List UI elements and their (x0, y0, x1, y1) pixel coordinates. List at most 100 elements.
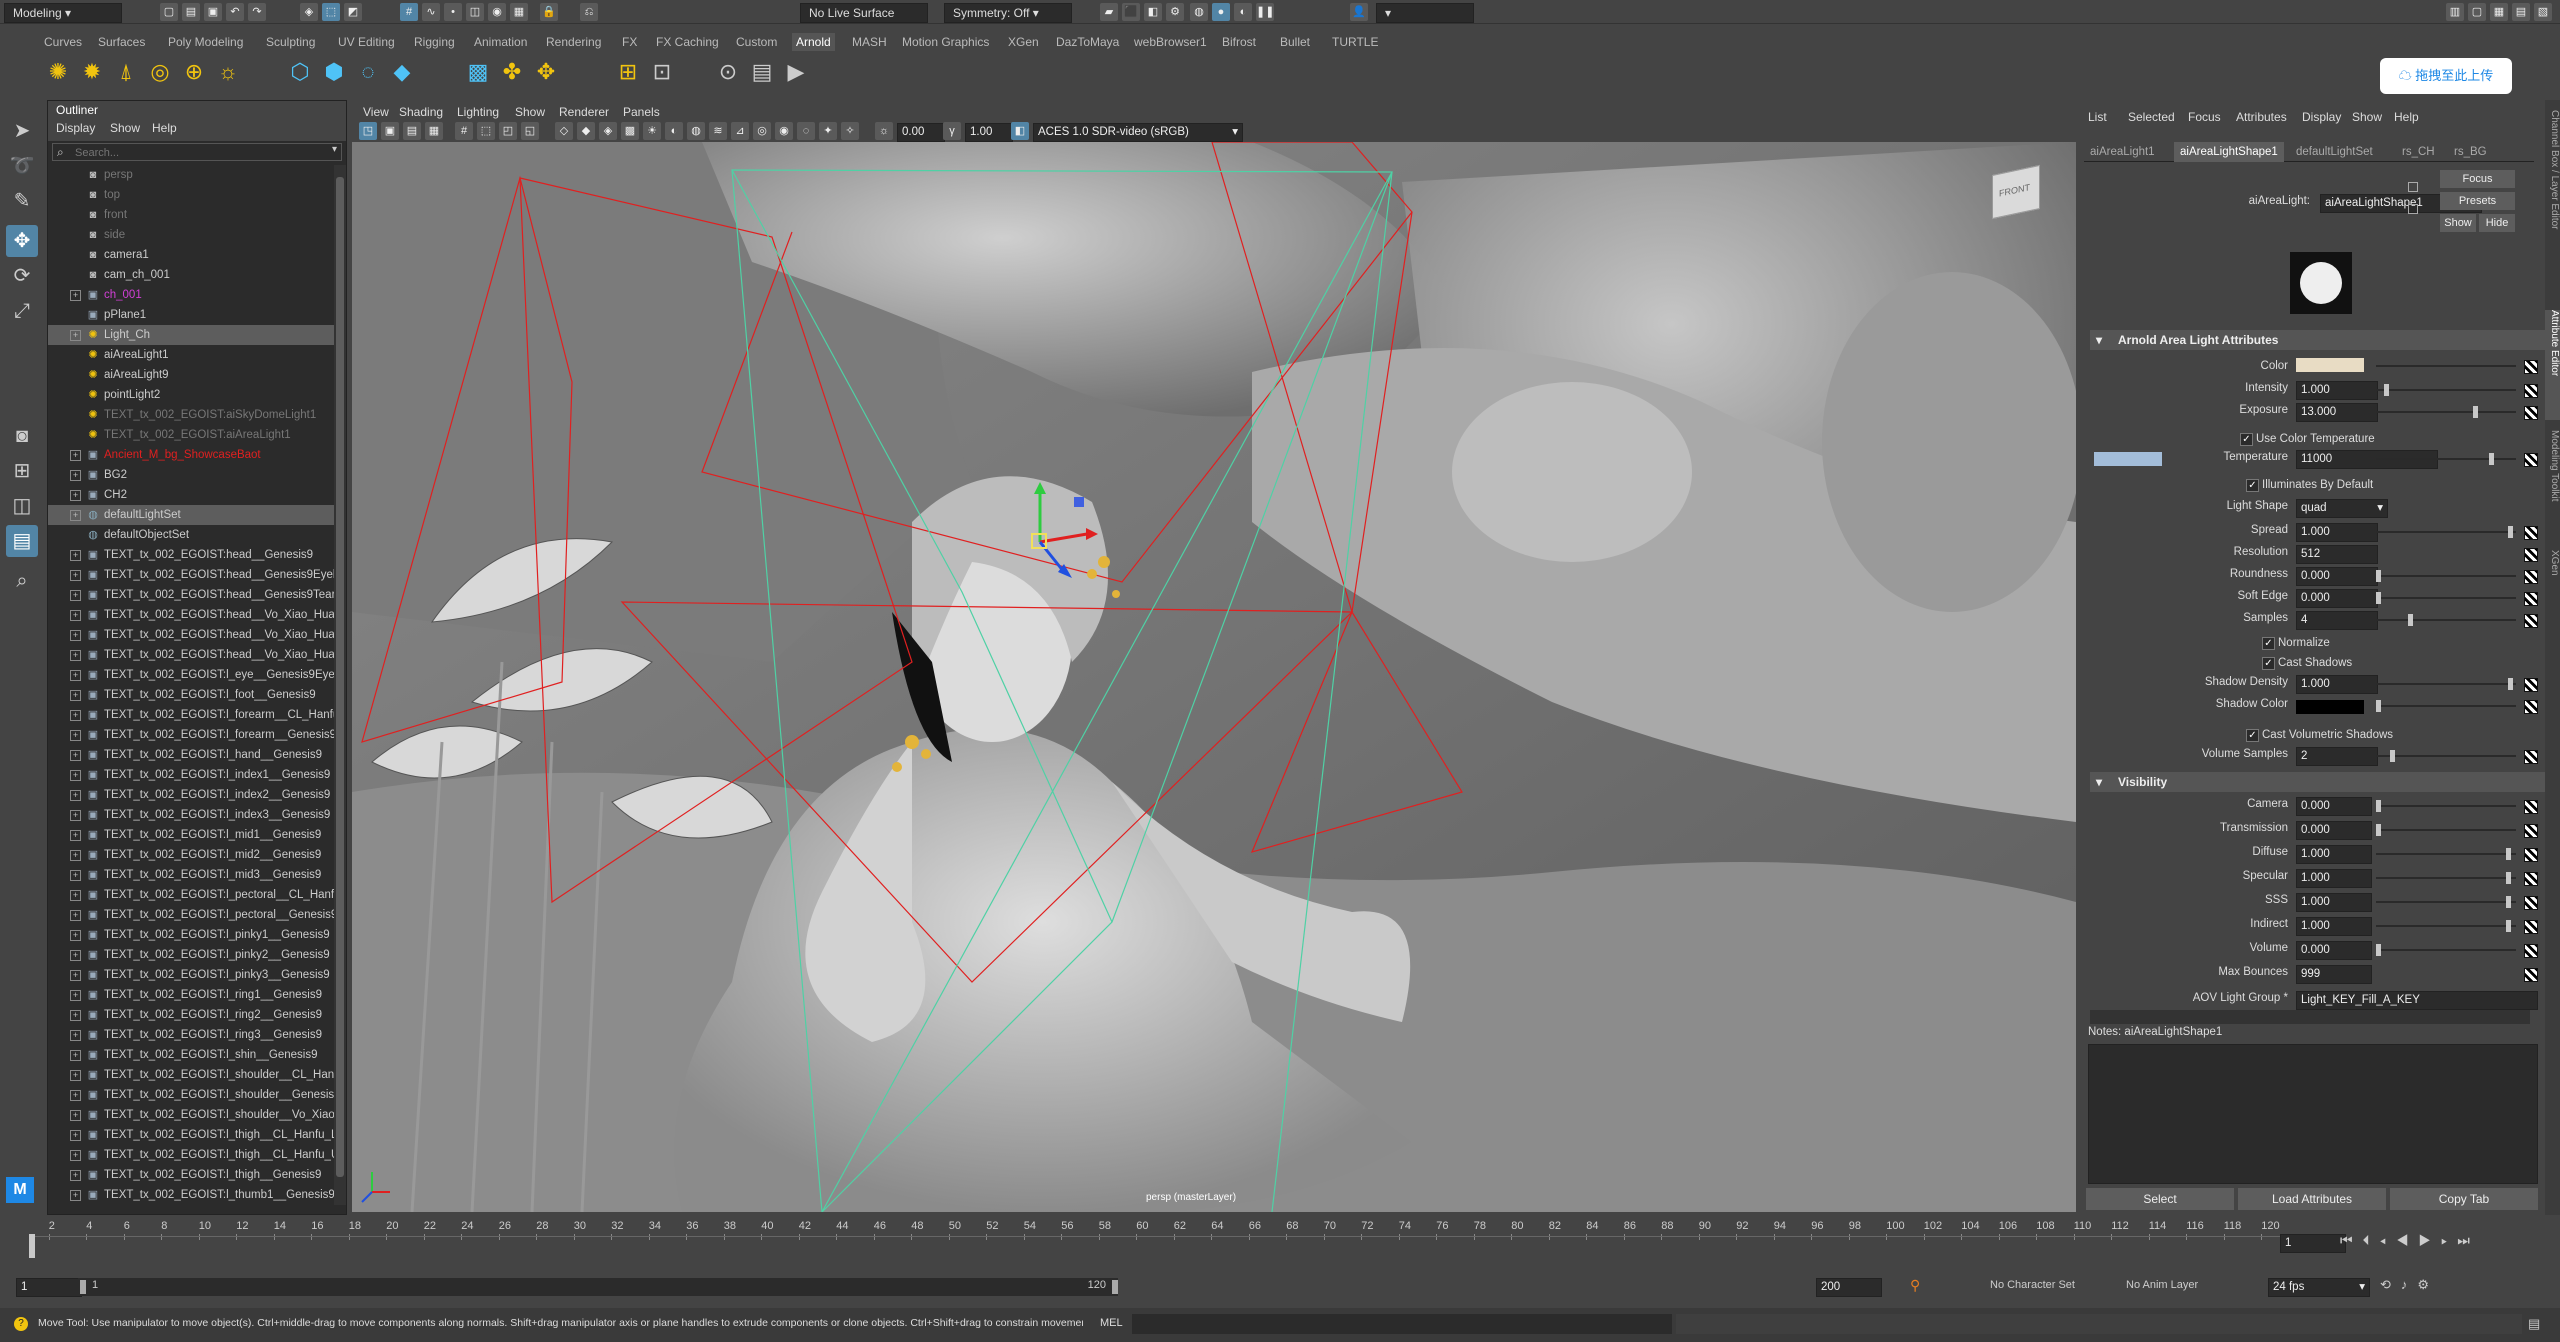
expand-icon[interactable]: + (70, 970, 81, 981)
expand-icon[interactable]: + (70, 290, 81, 301)
snap-curve-icon[interactable]: ∿ (422, 3, 440, 21)
skydome-light-icon[interactable]: ✺ (44, 58, 72, 86)
expand-icon[interactable]: + (70, 750, 81, 761)
illuminates-by-default-checkbox[interactable]: ✓ (2246, 479, 2259, 492)
output-connection-icon[interactable] (2408, 204, 2418, 214)
outliner-item[interactable]: ✺ pointLight2 (48, 385, 334, 405)
shelf-tab-mash[interactable]: MASH (848, 33, 891, 51)
time-slider[interactable]: 2 4 6 8 10 12 14 16 18 20 22 24 26 28 30 32 34 36 38 40 42 44… (0, 1218, 2560, 1260)
volume-slider-knob[interactable] (2376, 944, 2381, 956)
expand-icon[interactable]: + (70, 810, 81, 821)
viewport-menu-show[interactable]: Show (515, 105, 545, 119)
use-all-lights-icon[interactable]: ☀ (643, 122, 661, 140)
play-backwards-icon[interactable]: ◀ (2396, 1232, 2419, 1248)
volume-slider[interactable] (2376, 949, 2516, 951)
side-tab-modeling-toolkit[interactable]: Modeling Toolkit (2545, 430, 2560, 540)
shelf-tab-custom[interactable]: Custom (732, 33, 781, 51)
expand-icon[interactable]: + (70, 710, 81, 721)
render-sequence-icon[interactable]: ▤ (748, 58, 776, 86)
expand-icon[interactable]: + (70, 1090, 81, 1101)
expand-icon[interactable]: + (70, 1190, 81, 1201)
side-tab-channel-box[interactable]: Channel Box / Layer Editor (2545, 110, 2560, 300)
arnold-ipr-icon[interactable]: ◐ (1234, 3, 1252, 21)
character-set-dropdown[interactable]: No Character Set (1990, 1279, 2075, 1291)
outliner-item[interactable]: ◍ defaultObjectSet (48, 525, 334, 545)
save-scene-icon[interactable]: ▣ (204, 3, 222, 21)
side-tab-xgen[interactable]: XGen (2545, 550, 2560, 600)
include-graph-icon[interactable]: ⊡ (648, 58, 676, 86)
expand-icon[interactable]: + (70, 330, 81, 341)
transmission-field[interactable]: 0.000 (2296, 821, 2372, 840)
txmanager-icon[interactable]: ▩ (464, 58, 492, 86)
camera-field[interactable]: 0.000 (2296, 797, 2372, 816)
shelf-tab-rigging[interactable]: Rigging (410, 33, 459, 51)
temperature-slider[interactable] (2376, 458, 2516, 460)
expand-icon[interactable]: + (70, 890, 81, 901)
expand-icon[interactable]: + (70, 630, 81, 641)
ae-menu-attributes[interactable]: Attributes (2236, 110, 2287, 124)
outliner-layout-icon[interactable]: ▤ (6, 525, 38, 557)
pause-render-icon[interactable]: ❚❚ (1256, 3, 1274, 21)
step-back-frame-icon[interactable]: ◂ (2380, 1232, 2396, 1248)
select-button[interactable]: Select (2086, 1188, 2234, 1210)
command-language-toggle[interactable]: MEL (1100, 1317, 1123, 1329)
outliner-item[interactable]: + ▣ TEXT_tx_002_EGOIST:l_pectoral__Genesis… (48, 905, 334, 925)
expand-icon[interactable]: + (70, 730, 81, 741)
intensity-slider[interactable] (2376, 389, 2516, 391)
transmission-slider-knob[interactable] (2376, 824, 2381, 836)
outliner-item[interactable]: ✺ aiAreaLight1 (48, 345, 334, 365)
volume-samples-slider-knob[interactable] (2389, 750, 2395, 762)
camera-slider[interactable] (2376, 805, 2516, 807)
outliner-item[interactable]: + ▣ TEXT_tx_002_EGOIST:l_pectoral__CL_Hanf… (48, 885, 334, 905)
light-editor-icon[interactable]: ✥ (532, 58, 560, 86)
expand-icon[interactable]: + (70, 1110, 81, 1121)
color-swatch[interactable] (2296, 358, 2364, 372)
outliner-menu-show[interactable]: Show (110, 121, 140, 135)
move-tool-icon[interactable]: ✥ (6, 225, 38, 257)
sss-slider[interactable] (2376, 901, 2516, 903)
wireframe-icon[interactable]: ◇ (555, 122, 573, 140)
current-frame-field[interactable]: 1 (2280, 1234, 2346, 1253)
shadow-density-slider-knob[interactable] (2508, 678, 2514, 690)
hypershade-icon[interactable]: ◍ (1190, 3, 1208, 21)
grid-toggle-icon[interactable]: # (455, 122, 473, 140)
snap-surface-icon[interactable]: ◉ (488, 3, 506, 21)
scale-tool-icon[interactable]: ⤢ (6, 295, 38, 327)
shelf-tab-rendering[interactable]: Rendering (542, 33, 605, 51)
outliner-item[interactable]: + ▣ TEXT_tx_002_EGOIST:l_thigh__CL_Hanfu_U… (48, 1145, 334, 1165)
diffuse-field[interactable]: 1.000 (2296, 845, 2372, 864)
render-view-icon[interactable]: ▰ (1100, 3, 1118, 21)
wireframe-on-shaded-icon[interactable]: ◈ (599, 122, 617, 140)
open-scene-icon[interactable]: ▤ (182, 3, 200, 21)
outliner-item[interactable]: + ▣ TEXT_tx_002_EGOIST:l_index3__Genesis9 (48, 805, 334, 825)
transmission-map-icon[interactable] (2524, 824, 2538, 838)
outliner-item[interactable]: ▣ pPlane1 (48, 305, 334, 325)
snap-view-icon[interactable]: ◫ (466, 3, 484, 21)
shelf-tab-poly-modeling[interactable]: Poly Modeling (164, 33, 247, 51)
outliner-item[interactable]: + ▣ TEXT_tx_002_EGOIST:l_ring3__Genesis9 (48, 1025, 334, 1045)
snap-grid-icon[interactable]: # (400, 3, 418, 21)
outliner-item[interactable]: + ✺ Light_Ch (48, 325, 334, 345)
select-camera-icon[interactable]: ◳ (359, 122, 377, 140)
outliner-item[interactable]: + ▣ TEXT_tx_002_EGOIST:l_thigh__CL_Hanfu_L… (48, 1125, 334, 1145)
outliner-item[interactable]: + ▣ TEXT_tx_002_EGOIST:l_pinky2__Genesis9 (48, 945, 334, 965)
sss-field[interactable]: 1.000 (2296, 893, 2372, 912)
expand-icon[interactable]: + (70, 1050, 81, 1061)
snap-plane-icon[interactable]: ▦ (510, 3, 528, 21)
shelf-tab-sculpting[interactable]: Sculpting (262, 33, 319, 51)
render-settings-icon[interactable]: ⚙ (1166, 3, 1184, 21)
samples-slider[interactable] (2376, 619, 2516, 621)
operator-graph-icon[interactable]: ⊞ (614, 58, 642, 86)
four-pane-icon[interactable]: ▦ (2490, 3, 2508, 21)
expand-icon[interactable]: + (70, 590, 81, 601)
range-end-field[interactable]: 200 (1816, 1278, 1882, 1297)
single-pane-icon[interactable]: ▢ (2468, 3, 2486, 21)
section-visibility[interactable]: ▾ Visibility (2090, 772, 2558, 792)
bookmark-icon[interactable]: ▤ (403, 122, 421, 140)
expand-icon[interactable]: + (70, 770, 81, 781)
expand-icon[interactable]: + (70, 830, 81, 841)
expand-icon[interactable]: + (70, 930, 81, 941)
shadow-density-slider[interactable] (2376, 683, 2516, 685)
outliner-item[interactable]: + ▣ TEXT_tx_002_EGOIST:l_shoulder__Genesis… (48, 1085, 334, 1105)
ae-menu-selected[interactable]: Selected (2128, 110, 2175, 124)
